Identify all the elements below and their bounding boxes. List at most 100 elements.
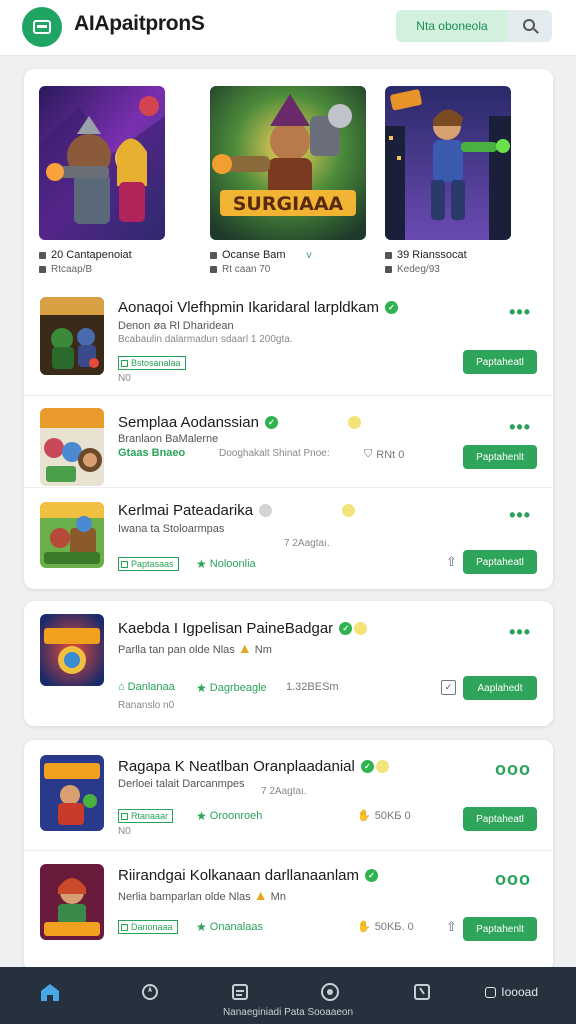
top-app-bar: ΑΙΑpaitpronS Νta oboneola — [0, 0, 576, 56]
verified-badge-icon: ✓ — [365, 869, 378, 882]
category-icon — [121, 560, 128, 568]
search-icon[interactable] — [508, 10, 552, 42]
nav-caption: Nanaeginiadi Pata Sooaaeon — [222, 1007, 354, 1018]
more-options-icon[interactable]: ooo — [495, 760, 531, 778]
game-5-subtitle: Derloei talait Darcanmpes — [118, 778, 245, 790]
game-6-subtitle-suffix: Mn — [270, 891, 286, 903]
explore-icon[interactable] — [139, 981, 161, 1003]
game-4-action-button[interactable]: Aaplahedt — [463, 676, 537, 700]
game-row[interactable]: Aonaqoi Vlefhpmin Ikaridaral larpldkam ✓ … — [24, 289, 553, 395]
verified-badge-icon: ✓ — [339, 622, 353, 635]
game-row[interactable]: Semplaa Aodanssian ✓ Branlaon BaMalerne G… — [24, 396, 553, 488]
premium-badge-icon — [347, 416, 361, 429]
game-1-tag: Bstosanalaa — [131, 358, 181, 368]
library-icon[interactable] — [229, 981, 251, 1003]
game-5-description: 7 2Aagtaı. — [261, 786, 307, 797]
status-badge-icon — [259, 504, 273, 517]
game-2-chip: Gtaas Bnaeo — [118, 447, 186, 459]
game-3-action-button[interactable]: Paptaheatl — [463, 550, 537, 574]
nav-account[interactable]: Ioooad — [485, 985, 538, 999]
premium-badge-icon — [342, 504, 356, 517]
search-button[interactable]: Νta oboneola — [396, 10, 508, 42]
home-icon[interactable] — [39, 981, 61, 1003]
account-icon — [485, 986, 497, 998]
more-options-icon[interactable]: ooo — [495, 870, 531, 888]
more-options-icon[interactable]: ••• — [509, 506, 531, 524]
game-3-description: 7 2Aagtaı. — [284, 538, 330, 549]
game-1-subtitle: Denon øa Rl Dharidean — [118, 320, 234, 332]
bookmark-icon[interactable] — [411, 981, 433, 1003]
star-icon: ★ — [196, 557, 207, 571]
featured-icon — [39, 266, 46, 273]
game-3-title: Kerlmai Pateadarika — [118, 502, 254, 519]
share-icon[interactable]: ⇧ — [446, 919, 457, 935]
featured-game-1-art[interactable] — [39, 86, 165, 240]
game-6-subtitle: Nerlia bamparlan olde Nlas — [118, 891, 251, 903]
game-4-thumbnail[interactable] — [40, 614, 104, 686]
more-options-icon[interactable]: ••• — [509, 623, 531, 641]
game-row[interactable]: Kaebda I Igpelisan PaineBadgar ✓ Parlla t… — [24, 601, 553, 726]
game-3-chip: Noloonlia — [209, 558, 256, 570]
game-row[interactable]: Ragapa K Neatlban Oranplaadanial ✓ Derloe… — [24, 740, 553, 850]
featured-icon — [39, 251, 46, 259]
game-2-action-button[interactable]: Paptahenlt — [463, 445, 537, 469]
game-3-thumbnail[interactable] — [40, 502, 104, 568]
share-icon[interactable]: ⇧ — [446, 554, 457, 570]
game-4-chip1: Danlanaa — [127, 681, 175, 693]
game-5-chip: Oroonroeh — [209, 810, 263, 822]
search-bar[interactable]: Νta oboneola — [396, 10, 552, 42]
game-4-title: Kaebda I Igpelisan PaineBadgar — [118, 620, 334, 637]
games-card-tertiary: Ragapa K Neatlban Oranplaadanial ✓ Derloe… — [24, 740, 553, 972]
featured-game-2-meta: Rt caan 70 — [222, 264, 271, 275]
featured-game-2-art[interactable]: SURGIAAA — [210, 86, 366, 240]
game-1-action-button[interactable]: Paptaheatl — [463, 350, 537, 374]
game-6-thumbnail[interactable] — [40, 864, 104, 940]
game-6-title: Riirandgai Kolkanaan darllanaanlam — [118, 867, 359, 884]
featured-game-3[interactable]: 39 Rianssocat Kedeg/93 — [385, 86, 511, 275]
game-row[interactable]: Riirandgai Kolkanaan darllanaanlam ✓ Nerl… — [24, 851, 553, 972]
premium-badge-icon — [354, 622, 368, 635]
game-row[interactable]: Kerlmai Pateadarika Iwana ta Stoloarmpas… — [24, 488, 553, 589]
game-2-subtitle: Branlaon BaMalerne — [118, 433, 219, 445]
game-1-thumbnail[interactable] — [40, 297, 104, 375]
featured-icon — [385, 251, 392, 259]
thumbs-up-icon: ✋ — [357, 810, 371, 822]
star-icon: ★ — [196, 920, 207, 934]
game-1-title: Aonaqoi Vlefhpmin Ikaridaral larpldkam — [118, 299, 379, 316]
game-2-meta: RNt 0 — [376, 448, 405, 461]
featured-icon — [210, 266, 217, 273]
verified-badge-icon: ✓ — [264, 416, 278, 429]
featured-game-1-meta: Rtcaap/B — [51, 264, 93, 275]
game-5-title: Ragapa K Neatlban Oranplaadanial — [118, 758, 355, 775]
featured-game-1-title: 20 Cantapenoiat — [51, 249, 132, 261]
game-4-subtitle-suffix: Nm — [254, 644, 272, 656]
warning-icon: ▲ — [253, 887, 268, 903]
featured-game-1[interactable]: 20 Cantapenoiat Rtcaap/B — [39, 86, 165, 275]
nav-right-label: Ioooad — [501, 985, 538, 999]
featured-icon — [385, 266, 392, 273]
game-5-thumbnail[interactable] — [40, 755, 104, 831]
record-icon[interactable] — [319, 981, 341, 1003]
game-4-subtitle: Parlla tan pan olde Nlas — [118, 644, 235, 656]
game-1-tag2: N0 — [118, 373, 131, 384]
checkbox-icon[interactable]: ✓ — [441, 680, 456, 695]
game-2-thumbnail[interactable] — [40, 408, 104, 486]
featured-game-3-title: 39 Rianssocat — [397, 249, 467, 261]
games-card-secondary: Kaebda I Igpelisan PaineBadgar ✓ Parlla t… — [24, 601, 553, 726]
featured-game-2[interactable]: SURGIAAA Ocanse Bam v Rt caan 70 — [210, 86, 366, 275]
game-5-meta: 50KБ 0 — [374, 809, 411, 822]
game-3-subtitle: Iwana ta Stoloarmpas — [118, 523, 225, 535]
game-5-action-button[interactable]: Paptaheatl — [463, 807, 537, 831]
featured-icon — [210, 251, 217, 259]
home-small-icon: ⌂ — [118, 681, 125, 693]
bottom-navigation: Ioooad Nanaeginiadi Pata Sooaaeon — [0, 967, 576, 1024]
featured-game-3-art[interactable] — [385, 86, 511, 240]
more-options-icon[interactable]: ••• — [509, 418, 531, 436]
thumbs-up-icon: ✋ — [357, 921, 371, 933]
game-6-action-button[interactable]: Paptahenlt — [463, 917, 537, 941]
more-options-icon[interactable]: ••• — [509, 303, 531, 321]
games-card-main: 20 Cantapenoiat Rtcaap/B SURGIAAA Ocanse… — [24, 69, 553, 589]
app-logo-icon[interactable] — [22, 7, 62, 47]
featured-game-2-mark: v — [306, 249, 312, 261]
featured-game-2-logo: SURGIAAA — [233, 193, 344, 215]
